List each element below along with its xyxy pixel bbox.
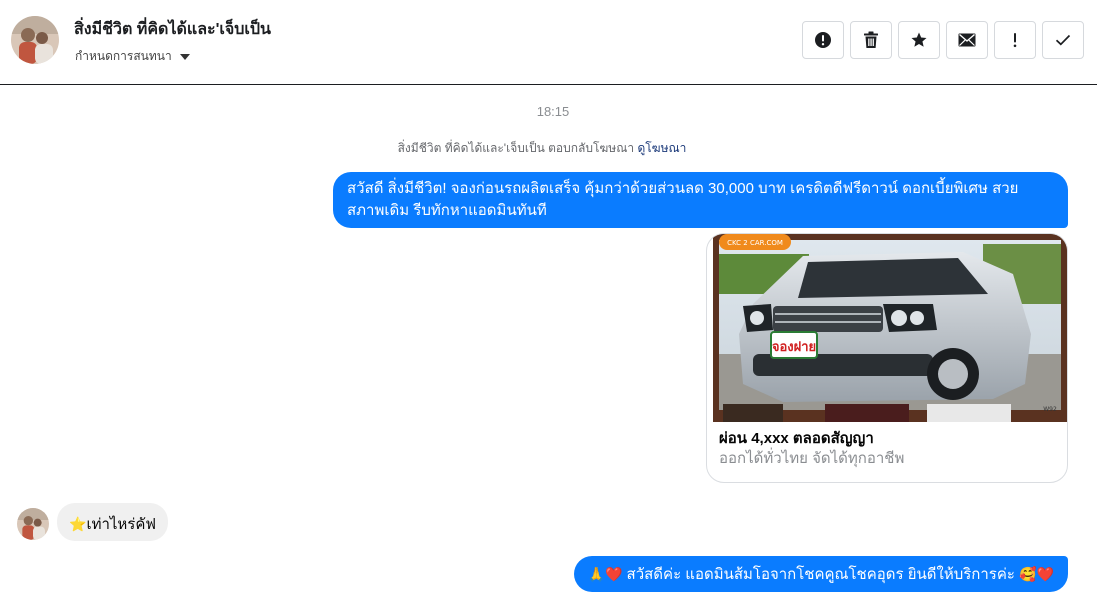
star-icon [911, 32, 927, 47]
incoming-message-text: เท่าไหร่คัฟ [86, 516, 157, 533]
message-bubble-outgoing-reply: 🙏❤️ สวัสดีค่ะ แอดมินส้มโอจากโชคคูณโชคอุด… [573, 556, 1068, 592]
exclamation-icon [1013, 33, 1017, 48]
message-timestamp: 18:15 [536, 104, 570, 119]
ad-corner-text: W92 [1043, 406, 1057, 413]
outgoing-reply-text: สวัสดีค่ะ แอดมินส้มโอจากโชคคูณโชคอุดร ยิ… [622, 566, 1020, 583]
header-actions [802, 21, 1084, 59]
report-button[interactable] [802, 21, 844, 59]
ad-badge-text: จองฝาย [772, 340, 816, 355]
check-icon [1055, 34, 1071, 46]
ad-logo-text: CKC 2 CAR.COM [727, 239, 783, 247]
avatar[interactable] [11, 16, 59, 64]
mail-icon [958, 33, 976, 47]
ad-reply-note: สิ่งมีชีวิต ที่คิดได้และ'เจ็บเป็น ตอบกลั… [0, 139, 1084, 158]
conversation-settings-label: กำหนดการสนทนา [75, 49, 172, 63]
sender-avatar[interactable] [17, 508, 49, 540]
ad-reply-text: สิ่งมีชีวิต ที่คิดได้และ'เจ็บเป็น ตอบกลั… [397, 141, 635, 155]
view-ad-link[interactable]: ดูโฆษณา [637, 141, 686, 155]
message-bubble-incoming: ⭐เท่าไหร่คัฟ [57, 503, 169, 541]
trash-icon [864, 31, 878, 48]
conversation-header: สิ่งมีชีวิต ที่คิดได้และ'เจ็บเป็น กำหนดก… [0, 0, 1097, 85]
conversation-settings-dropdown[interactable]: กำหนดการสนทนา [75, 47, 190, 66]
mark-done-button[interactable] [1042, 21, 1084, 59]
ad-card-image: จองฝาย CKC 2 CAR.COM W92 [713, 234, 1067, 422]
mark-spam-button[interactable] [994, 21, 1036, 59]
report-icon [815, 32, 831, 48]
delete-button[interactable] [850, 21, 892, 59]
ad-card[interactable]: จองฝาย CKC 2 CAR.COM W92 ผ่อน 4,xxx ตลอด… [706, 233, 1068, 483]
star-button[interactable] [898, 21, 940, 59]
star-emoji-icon: ⭐ [69, 516, 87, 532]
pray-heart-emoji-icon: 🙏❤️ [587, 566, 623, 582]
caret-down-icon [179, 53, 190, 60]
ad-card-subtitle: ออกได้ทั่วไทย จัดได้ทุกอาชีพ [719, 450, 905, 467]
love-heart-emoji-icon: 🥰❤️ [1019, 566, 1054, 582]
conversation-title: สิ่งมีชีวิต ที่คิดได้และ'เจ็บเป็น [74, 21, 271, 38]
message-bubble-outgoing: สวัสดี สิ่งมีชีวิต! จองก่อนรถผลิตเสร็จ ค… [333, 172, 1068, 228]
mark-unread-button[interactable] [946, 21, 988, 59]
